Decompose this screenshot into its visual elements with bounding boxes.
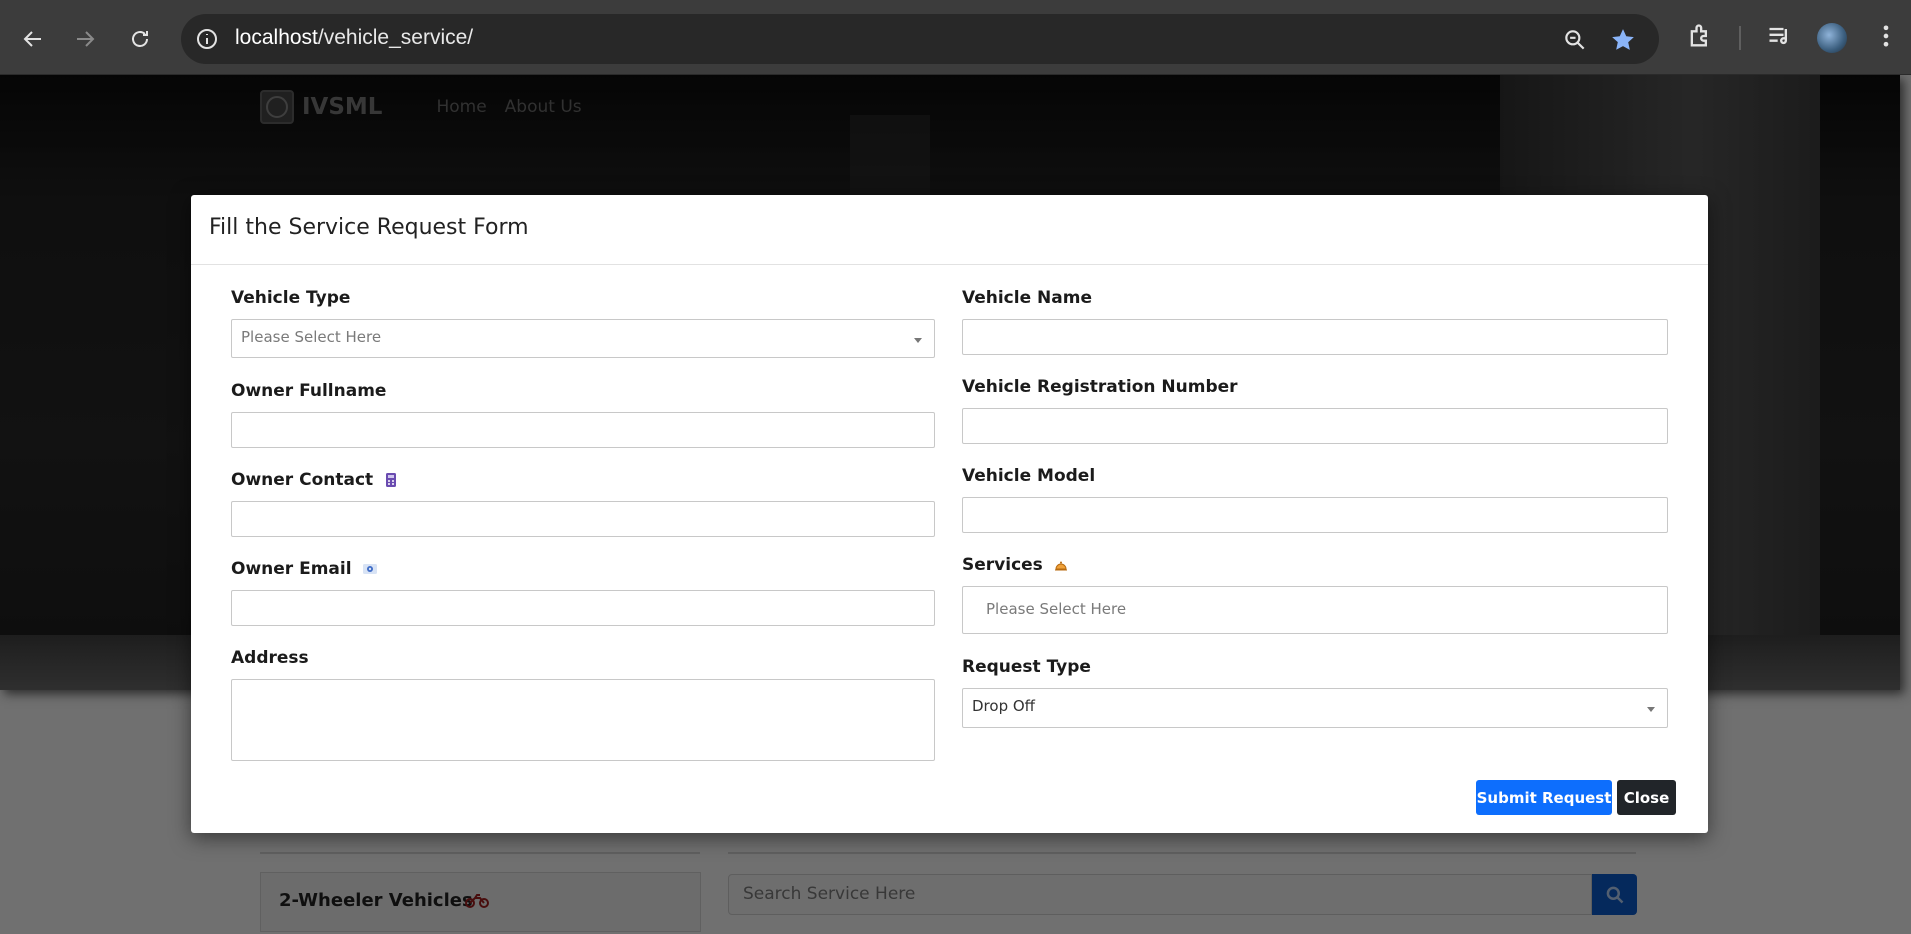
forward-arrow-icon	[77, 31, 95, 47]
address-bar[interactable]: localhost/vehicle_service/	[181, 14, 1659, 64]
url-path: /vehicle_service/	[317, 26, 474, 49]
owner-fullname-input[interactable]	[231, 412, 935, 448]
vehicle-registration-label-text: Vehicle Registration Number	[962, 377, 1238, 397]
vehicle-model-label-text: Vehicle Model	[962, 466, 1096, 486]
address-label: Address	[231, 648, 309, 668]
owner-contact-label: Owner Contact	[231, 470, 399, 490]
email-icon	[362, 564, 377, 574]
modal-title: Fill the Service Request Form	[209, 215, 529, 240]
vehicle-type-label-text: Vehicle Type	[231, 288, 351, 308]
owner-fullname-label: Owner Fullname	[231, 381, 386, 401]
vehicle-model-label: Vehicle Model	[962, 466, 1095, 486]
vehicle-registration-input[interactable]	[962, 408, 1668, 444]
request-type-select[interactable]: Drop Off	[962, 688, 1668, 728]
toolbar-divider	[1739, 26, 1741, 50]
vehicle-model-input[interactable]	[962, 497, 1668, 533]
vehicle-name-input[interactable]	[962, 319, 1668, 355]
services-label-text: Services	[962, 555, 1043, 575]
vehicle-name-label-text: Vehicle Name	[962, 288, 1092, 308]
vehicle-type-value: Please Select Here	[241, 328, 382, 346]
modal-header: Fill the Service Request Form	[191, 195, 1708, 265]
vehicle-name-label: Vehicle Name	[962, 288, 1092, 308]
url-host: localhost	[235, 26, 318, 49]
browser-toolbar: localhost/vehicle_service/	[0, 0, 1911, 75]
request-type-label: Request Type	[962, 657, 1091, 677]
services-value: Please Select Here	[986, 600, 1127, 618]
media-queue-icon[interactable]	[1766, 22, 1794, 50]
chevron-down-icon	[914, 338, 922, 343]
address-label-text: Address	[231, 648, 309, 668]
reload-button[interactable]	[121, 20, 159, 58]
services-select[interactable]: Please Select Here	[962, 586, 1668, 634]
zoom-icon[interactable]	[1562, 27, 1588, 53]
vehicle-type-label: Vehicle Type	[231, 288, 350, 308]
reload-icon	[132, 31, 148, 47]
owner-fullname-label-text: Owner Fullname	[231, 381, 387, 401]
back-arrow-icon	[23, 31, 41, 47]
owner-email-label-text: Owner Email	[231, 559, 352, 579]
address-textarea[interactable]	[231, 679, 935, 761]
back-button[interactable]	[14, 20, 52, 58]
owner-email-input[interactable]	[231, 590, 935, 626]
owner-contact-label-text: Owner Contact	[231, 470, 374, 490]
close-button[interactable]: Close	[1617, 780, 1676, 815]
menu-kebab-icon[interactable]	[1872, 22, 1900, 50]
chevron-down-icon	[1647, 707, 1655, 712]
forward-button[interactable]	[66, 20, 104, 58]
request-type-value: Drop Off	[972, 697, 1035, 715]
owner-contact-input[interactable]	[231, 501, 935, 537]
service-request-modal: Fill the Service Request Form Vehicle Ty…	[191, 195, 1708, 833]
extensions-icon[interactable]	[1686, 22, 1714, 50]
request-type-label-text: Request Type	[962, 657, 1091, 677]
site-info-icon[interactable]	[195, 27, 219, 51]
calculator-icon	[386, 473, 397, 487]
vehicle-registration-label: Vehicle Registration Number	[962, 377, 1238, 397]
url-text[interactable]: localhost/vehicle_service/	[235, 26, 473, 50]
service-bell-icon	[1054, 561, 1067, 571]
vehicle-type-select[interactable]: Please Select Here	[231, 319, 935, 358]
profile-avatar[interactable]	[1817, 23, 1847, 53]
submit-request-button[interactable]: Submit Request	[1476, 780, 1612, 815]
owner-email-label: Owner Email	[231, 559, 378, 579]
services-label: Services	[962, 555, 1069, 575]
bookmark-star-icon[interactable]	[1610, 27, 1636, 53]
